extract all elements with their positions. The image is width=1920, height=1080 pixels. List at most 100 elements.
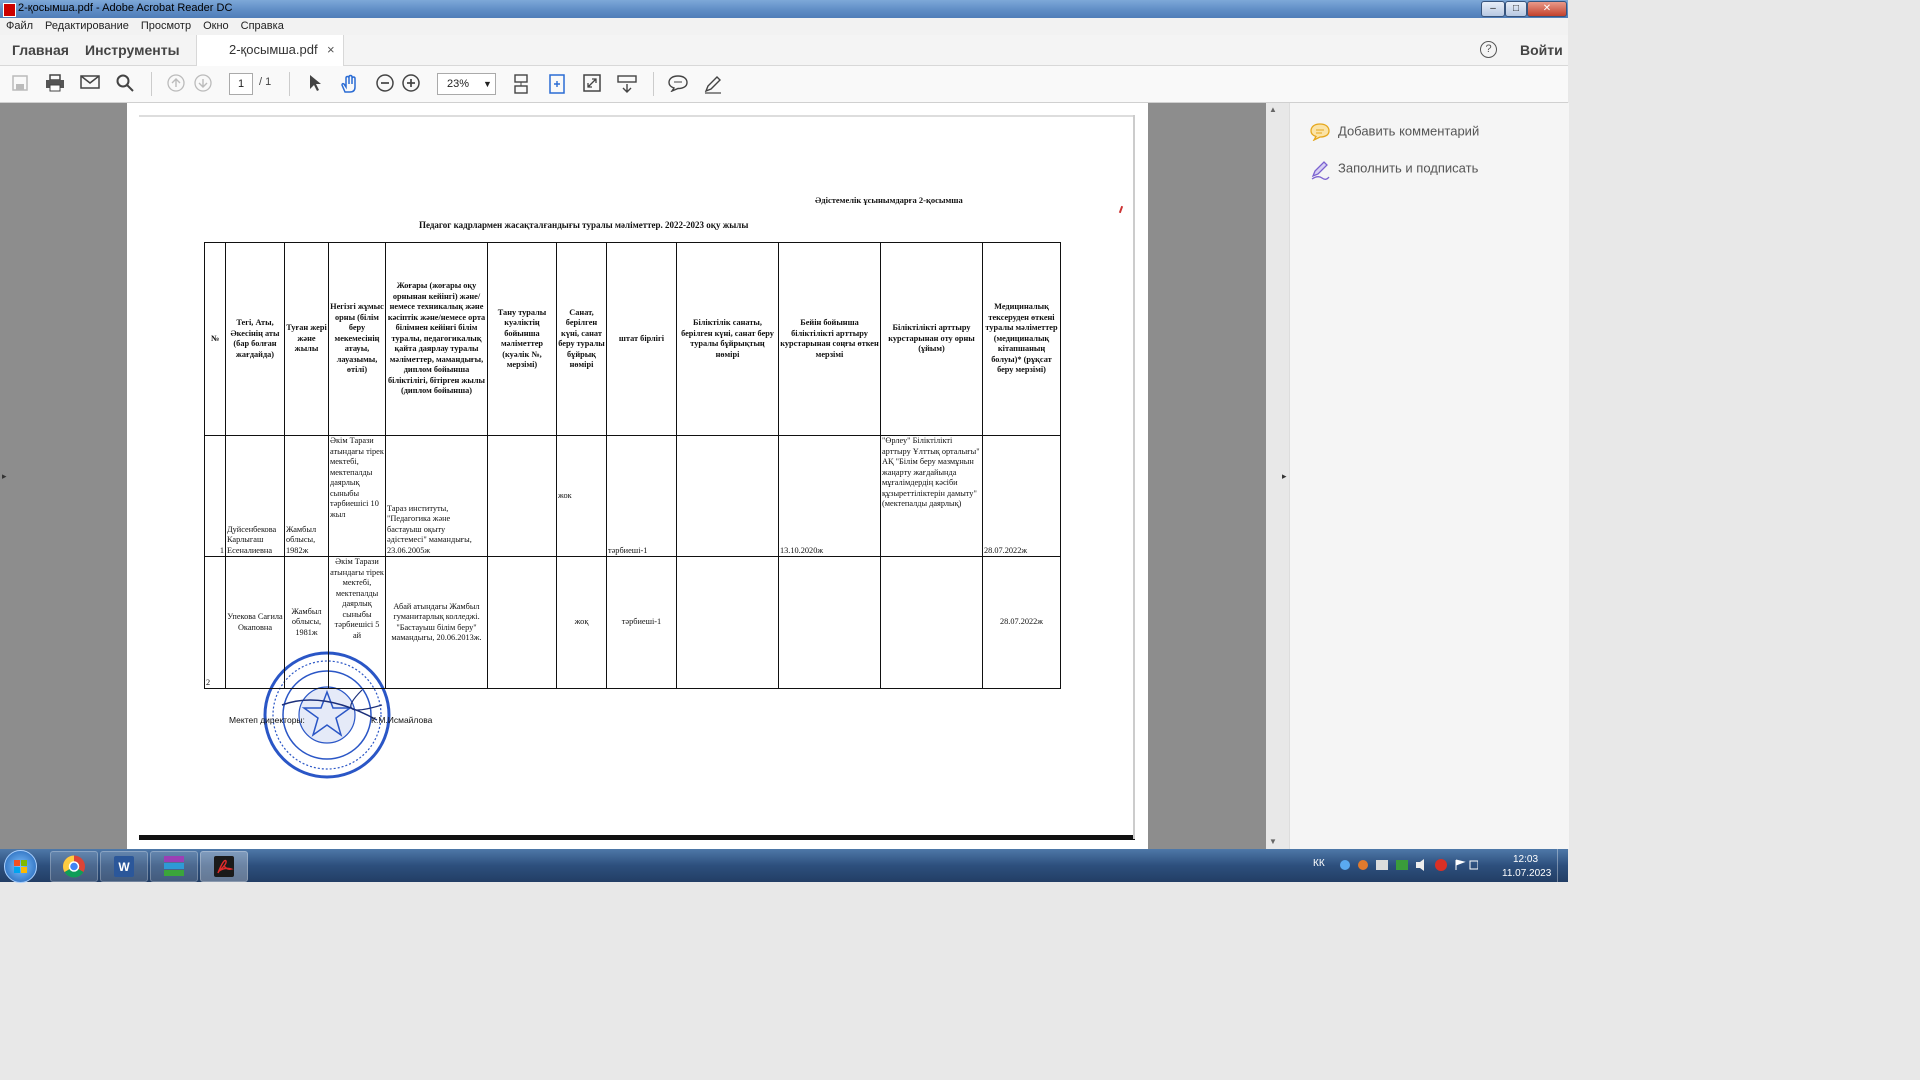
acrobat-icon xyxy=(214,856,234,877)
recognition-info xyxy=(487,556,557,689)
page-total: / 1 xyxy=(259,76,272,88)
language-indicator[interactable]: КК xyxy=(1313,858,1325,869)
director-name: К.М.Исмайлова xyxy=(371,715,433,725)
signin-button[interactable]: Войти xyxy=(1520,42,1563,58)
help-icon[interactable]: ? xyxy=(1480,41,1497,58)
chrome-icon xyxy=(63,855,85,878)
window-title: 2-қосымша.pdf - Adobe Acrobat Reader DC xyxy=(18,2,233,14)
document-title: Педагог кадрлармен жасақталғандығы турал… xyxy=(419,220,749,230)
course-date xyxy=(778,556,881,689)
hand-tool-icon[interactable] xyxy=(339,74,359,94)
window-title-bar[interactable]: 2-қосымша.pdf - Adobe Acrobat Reader DC … xyxy=(0,0,1568,18)
row-number: 2 xyxy=(204,556,226,689)
fill-sign-icon xyxy=(1310,160,1330,180)
previous-page-icon[interactable] xyxy=(166,74,186,94)
tab-document[interactable]: 2-қосымша.pdf × xyxy=(196,35,344,66)
zoom-out-icon[interactable] xyxy=(375,74,395,94)
header-cell: штат бірлігі xyxy=(606,242,677,436)
left-panel-toggle-icon[interactable]: ▸ xyxy=(2,471,7,482)
word-icon: W xyxy=(114,856,134,877)
zoom-in-icon[interactable] xyxy=(401,74,421,94)
appendix-label: Әдістемелік ұсынымдарға 2-қосымша xyxy=(815,195,963,205)
vertical-scrollbar[interactable]: ▲ ▼ xyxy=(1266,103,1280,849)
course-place: "Өрлеу" Біліктілікті арттыру Ұлттық орта… xyxy=(880,435,983,557)
sign-icon[interactable] xyxy=(703,74,723,94)
select-tool-icon[interactable] xyxy=(305,74,325,94)
qualification-category xyxy=(676,435,779,557)
birth-place-year: Жамбыл облысы, 1982ж xyxy=(284,435,329,557)
table-row: 1 Дуйсенбекова Карлыгаш Есеналиевна Жамб… xyxy=(204,435,1061,557)
page-display-icon[interactable] xyxy=(617,74,637,94)
tab-tools[interactable]: Инструменты xyxy=(85,42,180,58)
winrar-icon xyxy=(164,856,184,876)
next-page-icon[interactable] xyxy=(193,74,213,94)
menu-file[interactable]: Файл xyxy=(6,18,33,35)
tab-home[interactable]: Главная xyxy=(12,42,69,58)
pen-mark xyxy=(1118,205,1124,214)
scroll-up-icon[interactable]: ▲ xyxy=(1269,105,1277,114)
add-comment-tool[interactable]: Добавить комментарий xyxy=(1310,123,1480,142)
taskbar-winrar[interactable] xyxy=(150,851,198,882)
tab-bar: Главная Инструменты 2-қосымша.pdf × ? Во… xyxy=(0,35,1568,66)
scan-edge-top xyxy=(139,115,1135,117)
table-header-row: № Тегі, Аты, Әкесінің аты (бар болған жа… xyxy=(204,242,1061,436)
education-info: Абай атындағы Жамбыл гуманитарлық коллед… xyxy=(385,556,488,689)
qualification-category xyxy=(676,556,779,689)
teacher-name: Упекова Сағила Окаповна xyxy=(225,556,285,689)
start-button[interactable] xyxy=(4,850,37,883)
header-cell: Туған жері және жылы xyxy=(284,242,329,436)
svg-text:W: W xyxy=(118,860,130,874)
zoom-select[interactable]: 23% ▼ xyxy=(437,73,496,95)
fit-page-icon[interactable] xyxy=(547,74,567,94)
clock-time[interactable]: 12:03 xyxy=(1513,854,1538,865)
header-cell: Біліктілікті арттыру курстарынан оту орн… xyxy=(880,242,983,436)
comment-bubble-icon xyxy=(1310,123,1330,142)
birth-place-year: Жамбыл облысы, 1981ж xyxy=(284,556,329,689)
close-tab-icon[interactable]: × xyxy=(327,42,335,57)
medical-date: 28.07.2022ж xyxy=(982,435,1061,557)
header-cell: Тегі, Аты, Әкесінің аты (бар болған жағд… xyxy=(225,242,285,436)
scan-edge-bottom xyxy=(139,835,1135,840)
taskbar-acrobat[interactable] xyxy=(200,851,248,882)
close-window-button[interactable]: ✕ xyxy=(1527,1,1567,17)
search-icon[interactable] xyxy=(115,74,135,94)
category-info: жоқ xyxy=(556,556,607,689)
teacher-name: Дуйсенбекова Карлыгаш Есеналиевна xyxy=(225,435,285,557)
windows-logo-icon xyxy=(14,860,27,873)
print-icon[interactable] xyxy=(45,74,65,94)
taskbar-word[interactable]: W xyxy=(100,851,148,882)
page-number-input[interactable]: 1 xyxy=(229,73,253,95)
maximize-button[interactable]: □ xyxy=(1505,1,1527,17)
staff-table: № Тегі, Аты, Әкесінің аты (бар болған жа… xyxy=(204,242,1061,689)
clock-date[interactable]: 11.07.2023 xyxy=(1502,868,1551,879)
scroll-down-icon[interactable]: ▼ xyxy=(1269,837,1277,846)
recognition-info xyxy=(487,435,557,557)
fill-sign-label: Заполнить и подписать xyxy=(1338,160,1479,176)
scan-edge-right xyxy=(1133,115,1135,839)
add-comment-label: Добавить комментарий xyxy=(1338,123,1480,139)
comment-icon[interactable] xyxy=(668,74,688,94)
right-panel-toggle-icon[interactable]: ▸ xyxy=(1282,471,1287,482)
toolbar-separator xyxy=(653,72,654,96)
menu-window[interactable]: Окно xyxy=(203,18,229,35)
full-screen-icon[interactable] xyxy=(582,74,602,94)
save-icon[interactable] xyxy=(10,74,30,94)
toolbar: 1 / 1 23% ▼ xyxy=(0,66,1568,103)
fill-sign-tool[interactable]: Заполнить и подписать xyxy=(1310,160,1479,180)
acrobat-app-icon xyxy=(3,3,16,17)
minimize-button[interactable]: – xyxy=(1481,1,1505,17)
taskbar: W КК 12:03 11.07.2023 xyxy=(0,849,1569,883)
director-label: Мектеп директоры: xyxy=(229,715,305,725)
row-number: 1 xyxy=(204,435,226,557)
education-info: Тараз институты, "Педагогика және бастау… xyxy=(385,435,488,557)
menu-bar: Файл Редактирование Просмотр Окно Справка xyxy=(0,18,1568,36)
menu-view[interactable]: Просмотр xyxy=(141,18,191,35)
show-desktop-button[interactable] xyxy=(1557,849,1569,882)
email-icon[interactable] xyxy=(80,74,100,94)
course-place xyxy=(880,556,983,689)
taskbar-chrome[interactable] xyxy=(50,851,98,882)
scroll-mode-icon[interactable] xyxy=(511,74,531,94)
menu-help[interactable]: Справка xyxy=(241,18,284,35)
menu-edit[interactable]: Редактирование xyxy=(45,18,129,35)
header-cell: Біліктілік санаты, берілген күні, санат … xyxy=(676,242,779,436)
